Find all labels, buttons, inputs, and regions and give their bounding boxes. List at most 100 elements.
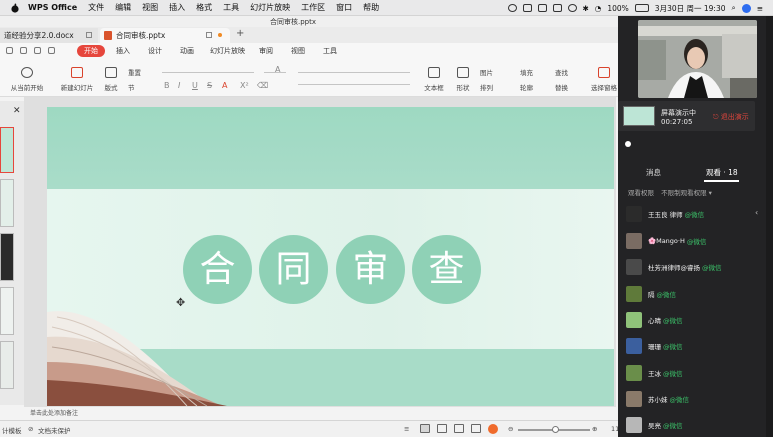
strikethrough-icon[interactable]: S [207,81,212,90]
menu-slideshow[interactable]: 幻灯片放映 [250,2,290,13]
app-icon[interactable] [552,4,562,12]
notes-placeholder[interactable]: 单击此处添加备注 [30,408,78,417]
zoom-in-icon[interactable]: ⊕ [592,425,597,433]
viewer-row[interactable]: 杜芳洲律师@睿扬 @微信 [626,256,756,278]
menu-tools[interactable]: 工具 [223,2,239,13]
apple-icon[interactable] [10,3,20,13]
menu-insert[interactable]: 插入 [169,2,185,13]
outline-button[interactable]: 轮廓 [520,82,548,92]
grow-font-icon[interactable]: A [275,65,280,74]
menu-format[interactable]: 格式 [196,2,212,13]
play-from-current-button[interactable]: 从当前开始 [8,67,46,92]
font-color-icon[interactable]: A [222,81,227,90]
shape-button[interactable]: 形状 [452,67,474,92]
viewer-row[interactable]: 隔 @微信 [626,283,756,305]
doc-protect-status[interactable]: 文档未保护 [38,425,71,435]
new-tab-plus-icon[interactable]: + [236,28,244,39]
zoom-out-icon[interactable]: ⊖ [508,425,513,433]
reading-view-icon[interactable] [454,424,464,433]
italic-icon[interactable]: I [178,81,180,90]
menubar-datetime[interactable]: 3月30日 周一 19:30 [655,3,726,14]
tab-start[interactable]: 开始 [77,45,105,57]
textbox-button[interactable]: 文本框 [420,67,448,92]
viewer-row[interactable]: 苏小妹 @微信 [626,388,756,410]
clock-icon[interactable] [567,4,577,12]
arrange-button[interactable]: 排列 [480,82,510,92]
zoom-slider-handle[interactable] [552,426,559,433]
image-button[interactable]: 图片 [480,67,510,77]
tab-design[interactable]: 设计 [148,46,162,56]
menu-help[interactable]: 帮助 [363,2,379,13]
replace-button[interactable]: 替换 [555,82,583,92]
tab-viewers[interactable]: 观看 · 18 [706,167,738,178]
slide[interactable]: 合 同 审 查 [47,107,614,406]
undo-icon[interactable] [34,47,41,54]
slide-thumbnail[interactable] [0,179,14,227]
viewer-row[interactable]: 心晴 @微信 [626,309,756,331]
find-button[interactable]: 查找 [555,67,583,77]
screen-icon[interactable] [522,4,532,12]
exit-presentation-button[interactable]: ⎋ 退出演示 [713,112,749,122]
template-label[interactable]: 计模板 [2,425,22,435]
menu-file[interactable]: 文件 [88,2,104,13]
fill-button[interactable]: 填充 [520,67,548,77]
search-icon[interactable]: ⌕ [732,3,736,13]
preview-icon[interactable] [20,47,27,54]
tab-review[interactable]: 审阅 [259,46,273,56]
wechat-tag: @微信 [663,343,683,351]
redo-icon[interactable] [48,47,55,54]
menu-view[interactable]: 视图 [142,2,158,13]
alignment-controls[interactable] [298,84,410,85]
notes-toggle-icon[interactable]: ≡ [404,425,409,433]
menu-workspace[interactable]: 工作区 [301,2,325,13]
menu-window[interactable]: 窗口 [336,2,352,13]
control-center-icon[interactable]: ≡ [757,4,763,13]
tab-messages[interactable]: 消息 [646,167,661,178]
panel-scrollbar[interactable] [766,16,773,437]
select-pane-button[interactable]: 选择窗格 [590,67,618,92]
cloud-icon[interactable] [507,4,517,12]
bold-icon[interactable]: B [164,81,170,90]
slideshow-play-icon[interactable] [488,424,498,434]
tab-tools[interactable]: 工具 [323,46,337,56]
viewer-row[interactable]: 🌸Mango·H @微信 [626,230,756,252]
reset-button[interactable]: 重置 [128,67,154,77]
reset-label: 重置 [128,69,141,77]
viewer-name: 王玉良 律师 [648,211,683,219]
clear-format-icon[interactable]: ⌫ [257,81,268,90]
tab-animation[interactable]: 动画 [180,46,194,56]
normal-view-icon[interactable] [420,424,430,433]
bluetooth-icon[interactable]: ✱ [583,4,589,13]
battery-icon[interactable] [634,4,649,12]
viewer-row[interactable]: 王玉良 律师 @微信 [626,203,756,225]
viewing-permission[interactable]: 观看权限 不限制观看权限 ▾ [628,187,712,197]
tab-pptx[interactable]: 合同审核.pptx [100,28,230,43]
font-name-box[interactable] [162,72,254,73]
grid-icon[interactable] [537,4,547,12]
menubar-app-name[interactable]: WPS Office [28,3,77,12]
superscript-icon[interactable]: X² [240,81,249,90]
underline-icon[interactable]: U [192,81,198,90]
sorter-view-icon[interactable] [437,424,447,433]
print-icon[interactable] [6,47,13,54]
fullscreen-view-icon[interactable] [471,424,481,433]
viewer-row[interactable]: 吴亮 @微信 [626,414,756,436]
menu-edit[interactable]: 编辑 [115,2,131,13]
paragraph-controls[interactable] [298,72,410,73]
tab-slideshow[interactable]: 幻灯片放映 [210,46,245,56]
section-button[interactable]: 节 [128,82,154,92]
wifi-icon[interactable]: ◔ [595,4,602,13]
slide-thumbnail[interactable] [0,127,14,173]
siri-icon[interactable] [741,3,751,13]
slide-thumbnail[interactable] [0,341,14,389]
new-slide-button[interactable]: 新建幻灯片 [57,67,97,92]
slide-thumbnail[interactable] [0,233,14,281]
viewer-row[interactable]: 王冰 @微信 [626,362,756,384]
tab-docx[interactable]: 道经验分享2.0.docx [0,28,98,43]
viewer-row[interactable]: 珊珊 @微信 [626,335,756,357]
tab-insert[interactable]: 插入 [116,46,130,56]
layout-button[interactable]: 版式 [101,67,121,92]
slide-thumbnail[interactable] [0,287,14,335]
close-panel-icon[interactable]: ✕ [13,106,21,116]
tab-view[interactable]: 视图 [291,46,305,56]
